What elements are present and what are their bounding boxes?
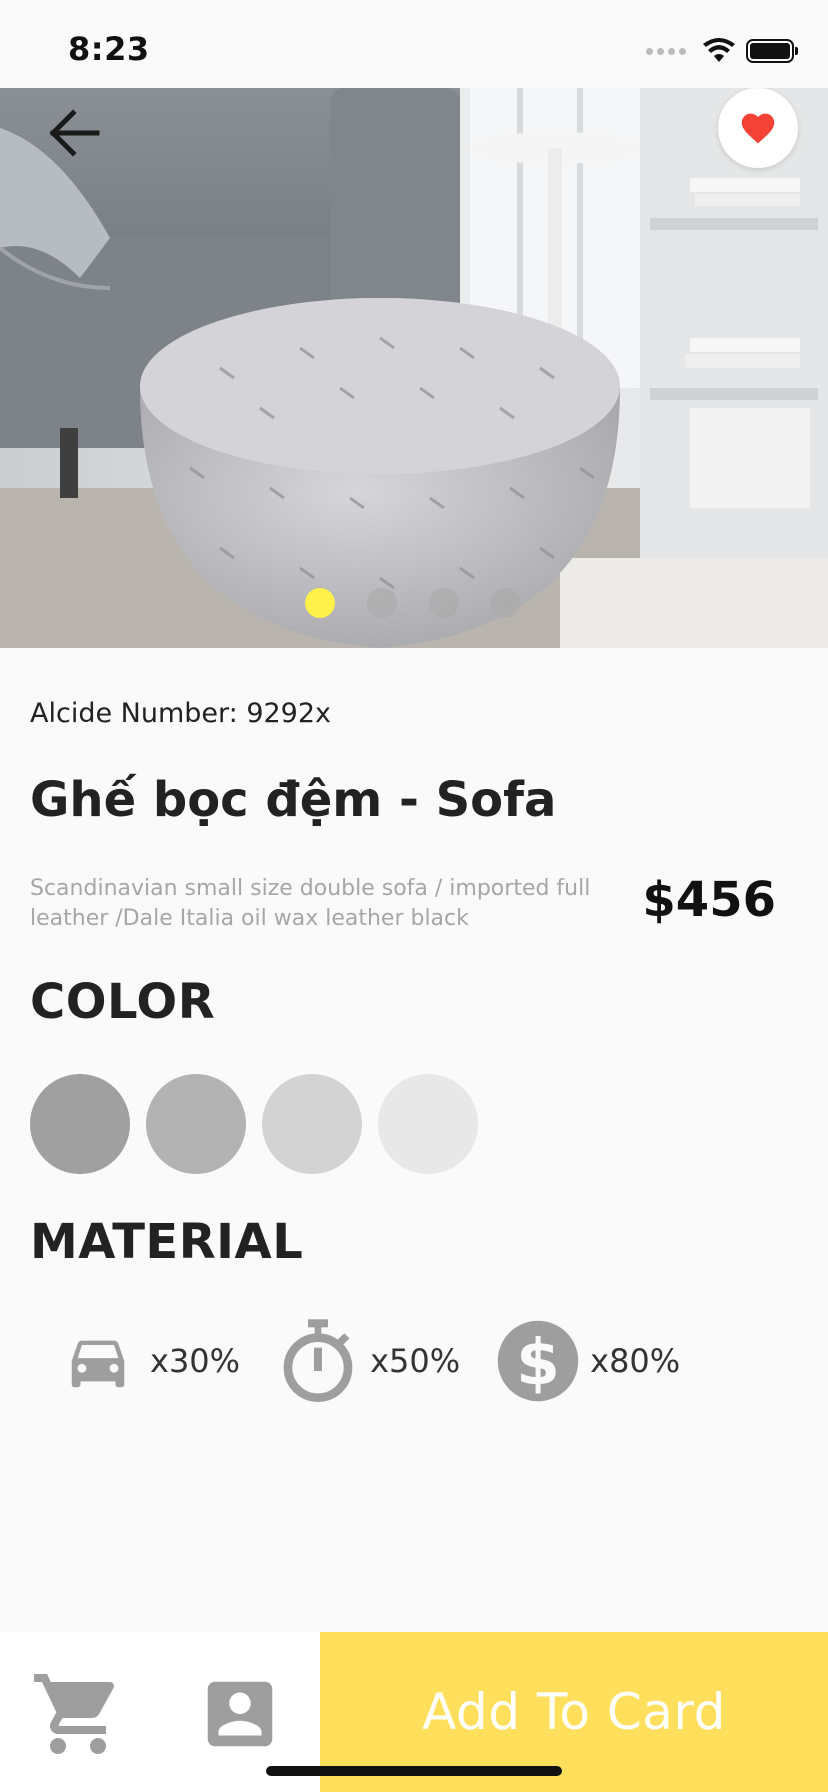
home-indicator: [266, 1766, 562, 1776]
heart-icon: [741, 113, 775, 144]
color-swatch[interactable]: [146, 1074, 246, 1174]
article-number: Alcide Number: 9292x: [30, 698, 332, 729]
product-photo: [0, 88, 828, 648]
car-icon: [56, 1316, 140, 1406]
favorite-button[interactable]: [718, 88, 798, 168]
arrow-left-icon: [49, 109, 100, 157]
carousel-dot-4[interactable]: [491, 588, 521, 618]
svg-text:$: $: [516, 1326, 560, 1399]
product-title: Ghế bọc đệm - Sofa: [30, 772, 557, 828]
carousel-dot-2[interactable]: [367, 588, 397, 618]
material-item-car: x30%: [56, 1316, 240, 1406]
back-button[interactable]: [38, 98, 108, 168]
carousel-dot-1[interactable]: [305, 588, 335, 618]
timer-icon: [276, 1316, 360, 1406]
material-value: x80%: [590, 1342, 681, 1380]
color-swatch-list: [30, 1074, 478, 1174]
material-item-dollar: $ x80%: [496, 1316, 680, 1406]
signal-icon: [646, 47, 686, 55]
color-heading: COLOR: [30, 974, 216, 1030]
cart-button[interactable]: [28, 1664, 128, 1764]
status-bar: 8:23: [0, 0, 828, 88]
profile-button[interactable]: [192, 1664, 288, 1764]
carousel-indicator: [305, 588, 521, 618]
material-value: x30%: [150, 1342, 241, 1380]
contact-icon: [207, 1681, 273, 1747]
wifi-icon: [703, 38, 735, 62]
product-image-carousel[interactable]: [0, 88, 828, 648]
battery-icon: [746, 39, 798, 63]
product-description: Scandinavian small size double sofa / im…: [30, 876, 591, 931]
material-heading: MATERIAL: [30, 1214, 304, 1270]
color-swatch[interactable]: [262, 1074, 362, 1174]
product-price: $456: [642, 872, 776, 928]
material-list: x30% x50% $ x80%: [56, 1316, 716, 1406]
carousel-dot-3[interactable]: [429, 588, 459, 618]
dollar-icon: $: [496, 1316, 580, 1406]
material-item-timer: x50%: [276, 1316, 460, 1406]
color-swatch[interactable]: [378, 1074, 478, 1174]
status-time: 8:23: [68, 30, 150, 68]
product-detail-screen: 8:23 Alcide Number: 9292x Ghế bọc đệm - …: [0, 0, 828, 1792]
material-value: x50%: [370, 1342, 461, 1380]
color-swatch[interactable]: [30, 1074, 130, 1174]
cart-icon: [34, 1674, 115, 1754]
status-icons: [646, 36, 798, 66]
